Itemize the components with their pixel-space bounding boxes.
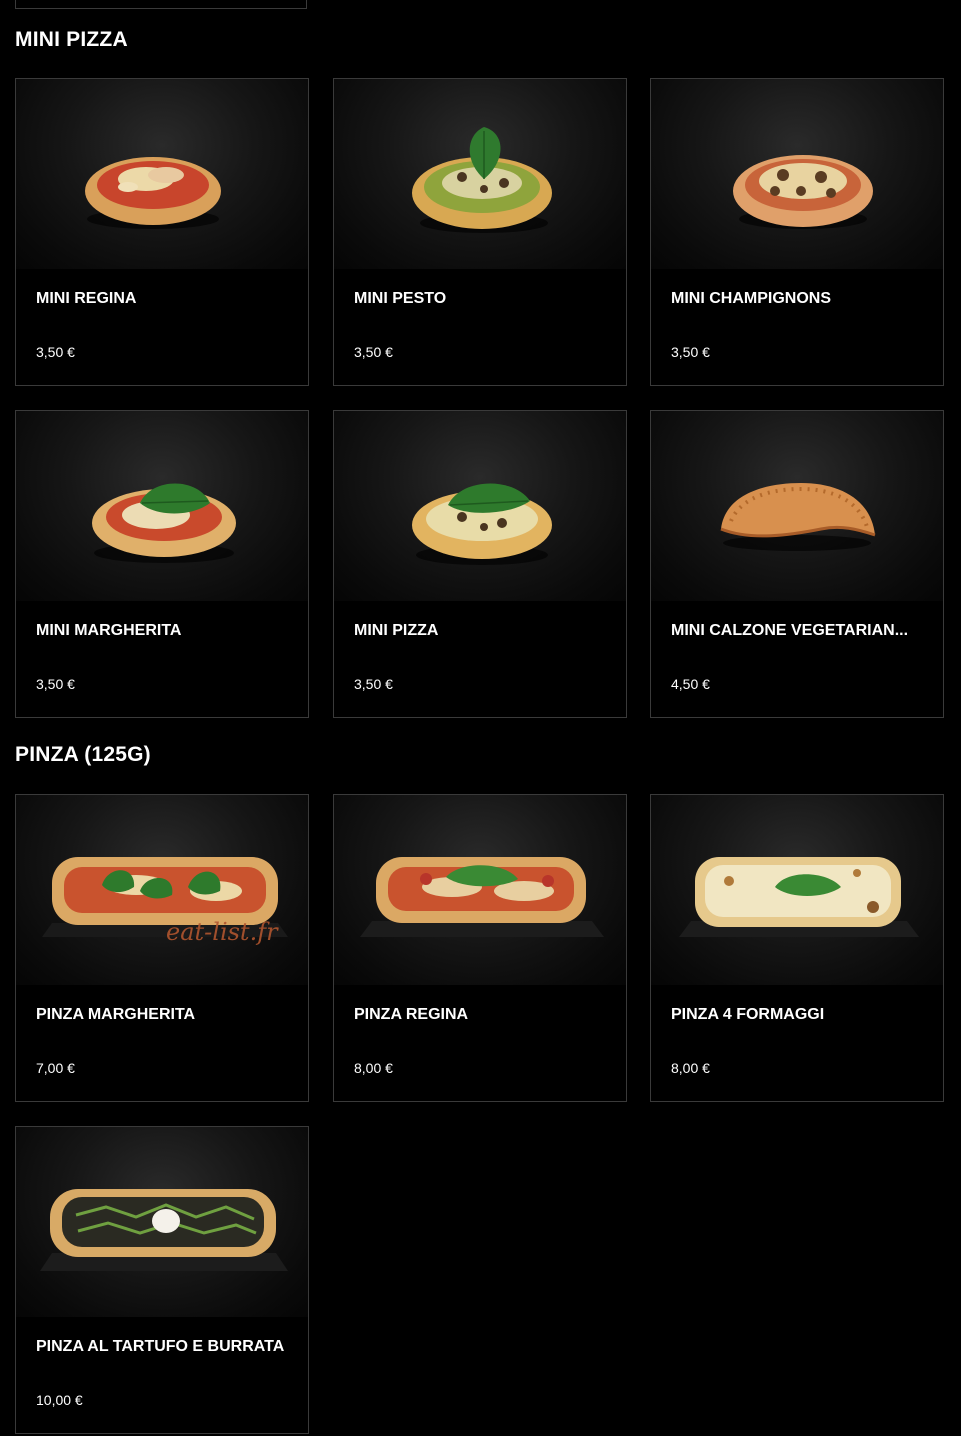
menu-item-card[interactable]: eat-list.fr PINZA MARGHERITA 7,00 € (15, 794, 309, 1102)
mini-pizza-photo (334, 411, 626, 601)
mini-margherita-photo (16, 411, 308, 601)
menu-item-name: MINI PIZZA (354, 622, 439, 639)
pinza-4-formaggi-photo (651, 795, 943, 985)
menu-item-card[interactable]: MINI PESTO 3,50 € (333, 78, 627, 386)
menu-item-name: MINI CALZONE VEGETARIAN... (671, 622, 909, 639)
mini-champignons-photo (651, 79, 943, 269)
previous-card-edge (15, 0, 307, 9)
menu-item-price: 3,50 € (36, 676, 75, 692)
menu-item-price: 10,00 € (36, 1392, 83, 1408)
pinza-tartufo-burrata-photo (16, 1127, 308, 1317)
menu-item-price: 4,50 € (671, 676, 710, 692)
menu-item-card[interactable]: PINZA AL TARTUFO E BURRATA 10,00 € (15, 1126, 309, 1434)
pinza-margherita-photo (16, 795, 308, 985)
menu-item-name: PINZA REGINA (354, 1006, 469, 1023)
menu-item-name: MINI REGINA (36, 290, 137, 307)
section-title-mini-pizza: MINI PIZZA (15, 28, 128, 51)
menu-item-name: MINI MARGHERITA (36, 622, 182, 639)
menu-item-name: MINI CHAMPIGNONS (671, 290, 831, 307)
menu-item-name: PINZA MARGHERITA (36, 1006, 196, 1023)
menu-item-price: 8,00 € (354, 1060, 393, 1076)
menu-item-price: 3,50 € (671, 344, 710, 360)
menu-item-name: MINI PESTO (354, 290, 447, 307)
menu-item-price: 3,50 € (36, 344, 75, 360)
menu-item-price: 7,00 € (36, 1060, 75, 1076)
menu-item-card[interactable]: PINZA 4 FORMAGGI 8,00 € (650, 794, 944, 1102)
menu-item-price: 8,00 € (671, 1060, 710, 1076)
menu-item-price: 3,50 € (354, 676, 393, 692)
menu-item-card[interactable]: MINI CHAMPIGNONS 3,50 € (650, 78, 944, 386)
menu-item-card[interactable]: MINI PIZZA 3,50 € (333, 410, 627, 718)
menu-item-price: 3,50 € (354, 344, 393, 360)
mini-pesto-photo (334, 79, 626, 269)
menu-item-card[interactable]: PINZA REGINA 8,00 € (333, 794, 627, 1102)
section-title-pinza: PINZA (125G) (15, 743, 151, 766)
pinza-regina-photo (334, 795, 626, 985)
watermark: eat-list.fr (166, 918, 278, 946)
menu-item-card[interactable]: MINI REGINA 3,50 € (15, 78, 309, 386)
mini-calzone-photo (651, 411, 943, 601)
menu-item-card[interactable]: MINI MARGHERITA 3,50 € (15, 410, 309, 718)
menu-item-card[interactable]: MINI CALZONE VEGETARIAN... 4,50 € (650, 410, 944, 718)
menu-item-name: PINZA AL TARTUFO E BURRATA (36, 1338, 285, 1355)
menu-item-name: PINZA 4 FORMAGGI (671, 1006, 825, 1023)
mini-regina-photo (16, 79, 308, 269)
